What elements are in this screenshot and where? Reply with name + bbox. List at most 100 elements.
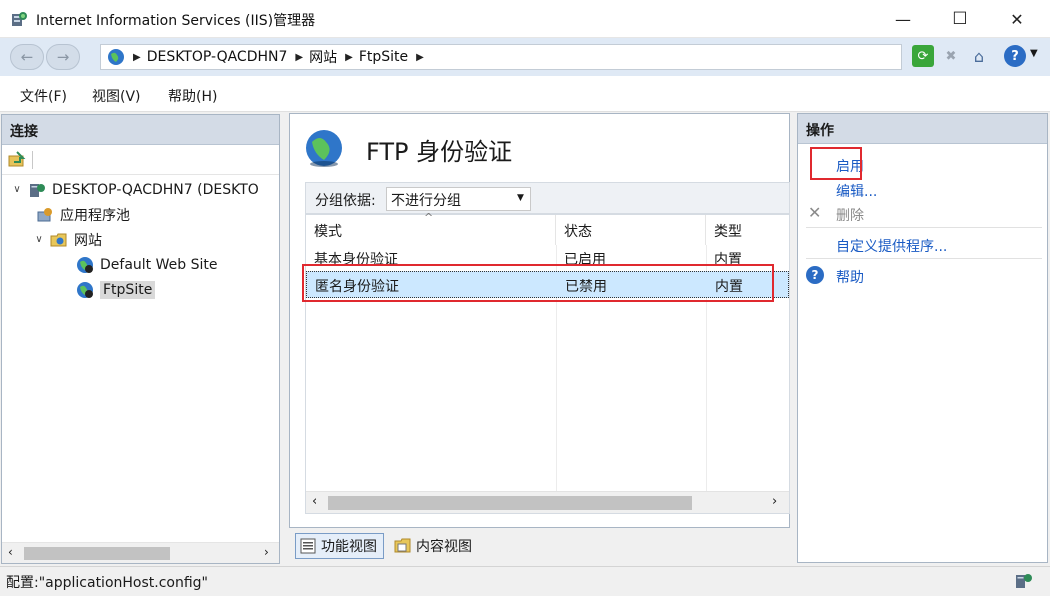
tree-item-app-pools[interactable]: 应用程序池 <box>2 202 279 227</box>
breadcrumb-separator-icon: ▶ <box>345 51 353 63</box>
forward-arrow-icon: → <box>56 48 70 66</box>
status-text: 配置:"applicationHost.config" <box>6 575 208 591</box>
breadcrumb-server[interactable]: DESKTOP-QACDHN7 <box>147 49 288 65</box>
tree-label-sites: 网站 <box>74 232 102 249</box>
menu-view[interactable]: 视图(V) <box>92 86 141 106</box>
column-header-status-label: 状态 <box>564 224 592 240</box>
cell-status: 已禁用 <box>565 279 607 295</box>
table-horizontal-scrollbar[interactable]: ‹ › <box>306 491 789 513</box>
content-view-icon <box>394 538 411 553</box>
home-icon[interactable]: ⌂ <box>968 45 990 67</box>
forward-button[interactable]: → <box>46 44 80 70</box>
sort-ascending-icon: ^ <box>424 211 434 224</box>
cell-mode: 匿名身份验证 <box>315 279 399 295</box>
action-delete: 删除 <box>836 208 864 224</box>
website-globe-icon <box>77 256 93 273</box>
actions-divider <box>806 227 1042 228</box>
table-row-selected[interactable]: 匿名身份验证 已禁用 内置 <box>306 271 789 298</box>
server-icon <box>30 183 45 197</box>
tree-item-ftpsite[interactable]: FtpSite <box>2 277 279 302</box>
tree-label-default-site: Default Web Site <box>100 256 218 273</box>
tab-content-view[interactable]: 内容视图 <box>390 533 478 559</box>
breadcrumb-separator-icon: ▶ <box>416 51 424 63</box>
scroll-right-icon[interactable]: › <box>264 545 269 559</box>
menu-help[interactable]: 帮助(H) <box>168 86 217 106</box>
tree-item-default-site[interactable]: Default Web Site <box>2 252 279 277</box>
connections-header: 连接 <box>2 115 279 145</box>
action-help[interactable]: 帮助 <box>836 267 864 287</box>
cell-type: 内置 <box>715 279 743 295</box>
connect-icon[interactable] <box>8 151 26 169</box>
iis-app-icon <box>12 12 27 26</box>
tree-label-server: DESKTOP-QACDHN7 (DESKTO <box>52 181 259 198</box>
connections-panel: 连接 ∨ DESKTOP-QACDHN7 (DESKTO 应用程序池 ∨ 网站 … <box>1 114 280 564</box>
actions-header: 操作 <box>798 114 1047 144</box>
group-by-label: 分组依据: <box>315 193 376 209</box>
server-status-icon <box>1016 574 1032 588</box>
action-enable[interactable]: 启用 <box>836 156 864 176</box>
actions-panel: 操作 启用 编辑... ✕ 删除 自定义提供程序... ? 帮助 <box>797 113 1048 563</box>
scroll-left-icon[interactable]: ‹ <box>312 494 317 509</box>
menu-bar: 文件(F) 视图(V) 帮助(H) <box>0 76 1050 112</box>
scroll-thumb[interactable] <box>328 496 692 510</box>
tree-item-server[interactable]: ∨ DESKTOP-QACDHN7 (DESKTO <box>2 177 279 202</box>
connections-horizontal-scrollbar[interactable]: ‹ › <box>2 542 279 563</box>
cell-type: 内置 <box>714 252 742 268</box>
breadcrumb-sites[interactable]: 网站 <box>309 47 337 67</box>
status-bar: 配置:"applicationHost.config" <box>0 566 1050 596</box>
toolbar-divider <box>32 151 33 169</box>
ftp-globe-icon <box>306 130 342 167</box>
globe-icon <box>108 49 124 65</box>
stop-icon[interactable]: ✖ <box>940 45 962 67</box>
connections-toolbar <box>2 145 279 175</box>
cell-status: 已启用 <box>564 252 606 268</box>
auth-table: 模式 ^ 状态 类型 基本身份验证 已启用 内置 匿名身份验证 已禁用 内置 ‹… <box>305 211 790 514</box>
feature-panel: FTP 身份验证 分组依据: 不进行分组 ▼ 模式 ^ 状态 类型 基本身份验证… <box>289 113 790 528</box>
actions-divider <box>806 258 1042 259</box>
back-button[interactable]: ← <box>10 44 44 70</box>
tree-label-ftpsite: FtpSite <box>100 280 156 299</box>
minimize-button[interactable]: — <box>880 0 926 38</box>
help-icon[interactable]: ? <box>1004 45 1026 67</box>
action-edit[interactable]: 编辑... <box>836 181 877 201</box>
features-view-icon <box>300 538 316 554</box>
scroll-thumb[interactable] <box>24 547 170 560</box>
breadcrumb-separator-icon: ▶ <box>295 51 304 63</box>
column-header-status[interactable]: 状态 <box>556 215 706 245</box>
group-by-value: 不进行分组 <box>391 193 461 209</box>
table-row[interactable]: 基本身份验证 已启用 内置 <box>306 246 789 270</box>
delete-icon: ✕ <box>808 203 822 222</box>
breadcrumb-separator-icon: ▶ <box>133 51 141 63</box>
scroll-right-icon[interactable]: › <box>772 494 777 509</box>
maximize-button[interactable]: ☐ <box>937 0 983 38</box>
close-button[interactable]: ✕ <box>994 0 1040 38</box>
address-bar-row: ← → ▶ DESKTOP-QACDHN7 ▶ 网站 ▶ FtpSite ▶ ⟳… <box>0 38 1050 76</box>
tab-features-view[interactable]: 功能视图 <box>295 533 384 559</box>
cell-mode: 基本身份验证 <box>314 252 398 268</box>
column-header-mode-label: 模式 <box>314 224 342 240</box>
collapse-chevron-icon[interactable]: ∨ <box>10 184 24 195</box>
column-header-mode[interactable]: 模式 ^ <box>306 211 556 245</box>
tab-content-view-label: 内容视图 <box>416 539 472 555</box>
group-by-bar: 分组依据: 不进行分组 ▼ <box>305 182 790 214</box>
refresh-icon[interactable]: ⟳ <box>912 45 934 67</box>
breadcrumb-ftpsite[interactable]: FtpSite <box>359 49 408 65</box>
website-globe-icon <box>77 281 93 298</box>
tree-item-sites[interactable]: ∨ 网站 <box>2 227 279 252</box>
group-by-select[interactable]: 不进行分组 ▼ <box>386 187 531 211</box>
collapse-chevron-icon[interactable]: ∨ <box>32 234 46 245</box>
tree-label-app-pools: 应用程序池 <box>60 207 130 224</box>
app-pool-icon <box>37 207 52 221</box>
help-dropdown-icon[interactable]: ▼ <box>1030 48 1038 59</box>
scroll-left-icon[interactable]: ‹ <box>8 545 13 559</box>
back-arrow-icon: ← <box>20 48 34 66</box>
column-header-type[interactable]: 类型 <box>706 215 789 245</box>
page-title: FTP 身份验证 <box>366 138 513 166</box>
tab-features-view-label: 功能视图 <box>321 539 377 555</box>
address-box[interactable]: ▶ DESKTOP-QACDHN7 ▶ 网站 ▶ FtpSite ▶ <box>100 44 902 70</box>
menu-file[interactable]: 文件(F) <box>20 86 67 106</box>
connections-tree: ∨ DESKTOP-QACDHN7 (DESKTO 应用程序池 ∨ 网站 Def… <box>2 177 279 302</box>
sites-folder-icon <box>50 233 67 246</box>
action-custom-providers[interactable]: 自定义提供程序... <box>836 236 947 256</box>
column-header-type-label: 类型 <box>714 224 742 240</box>
